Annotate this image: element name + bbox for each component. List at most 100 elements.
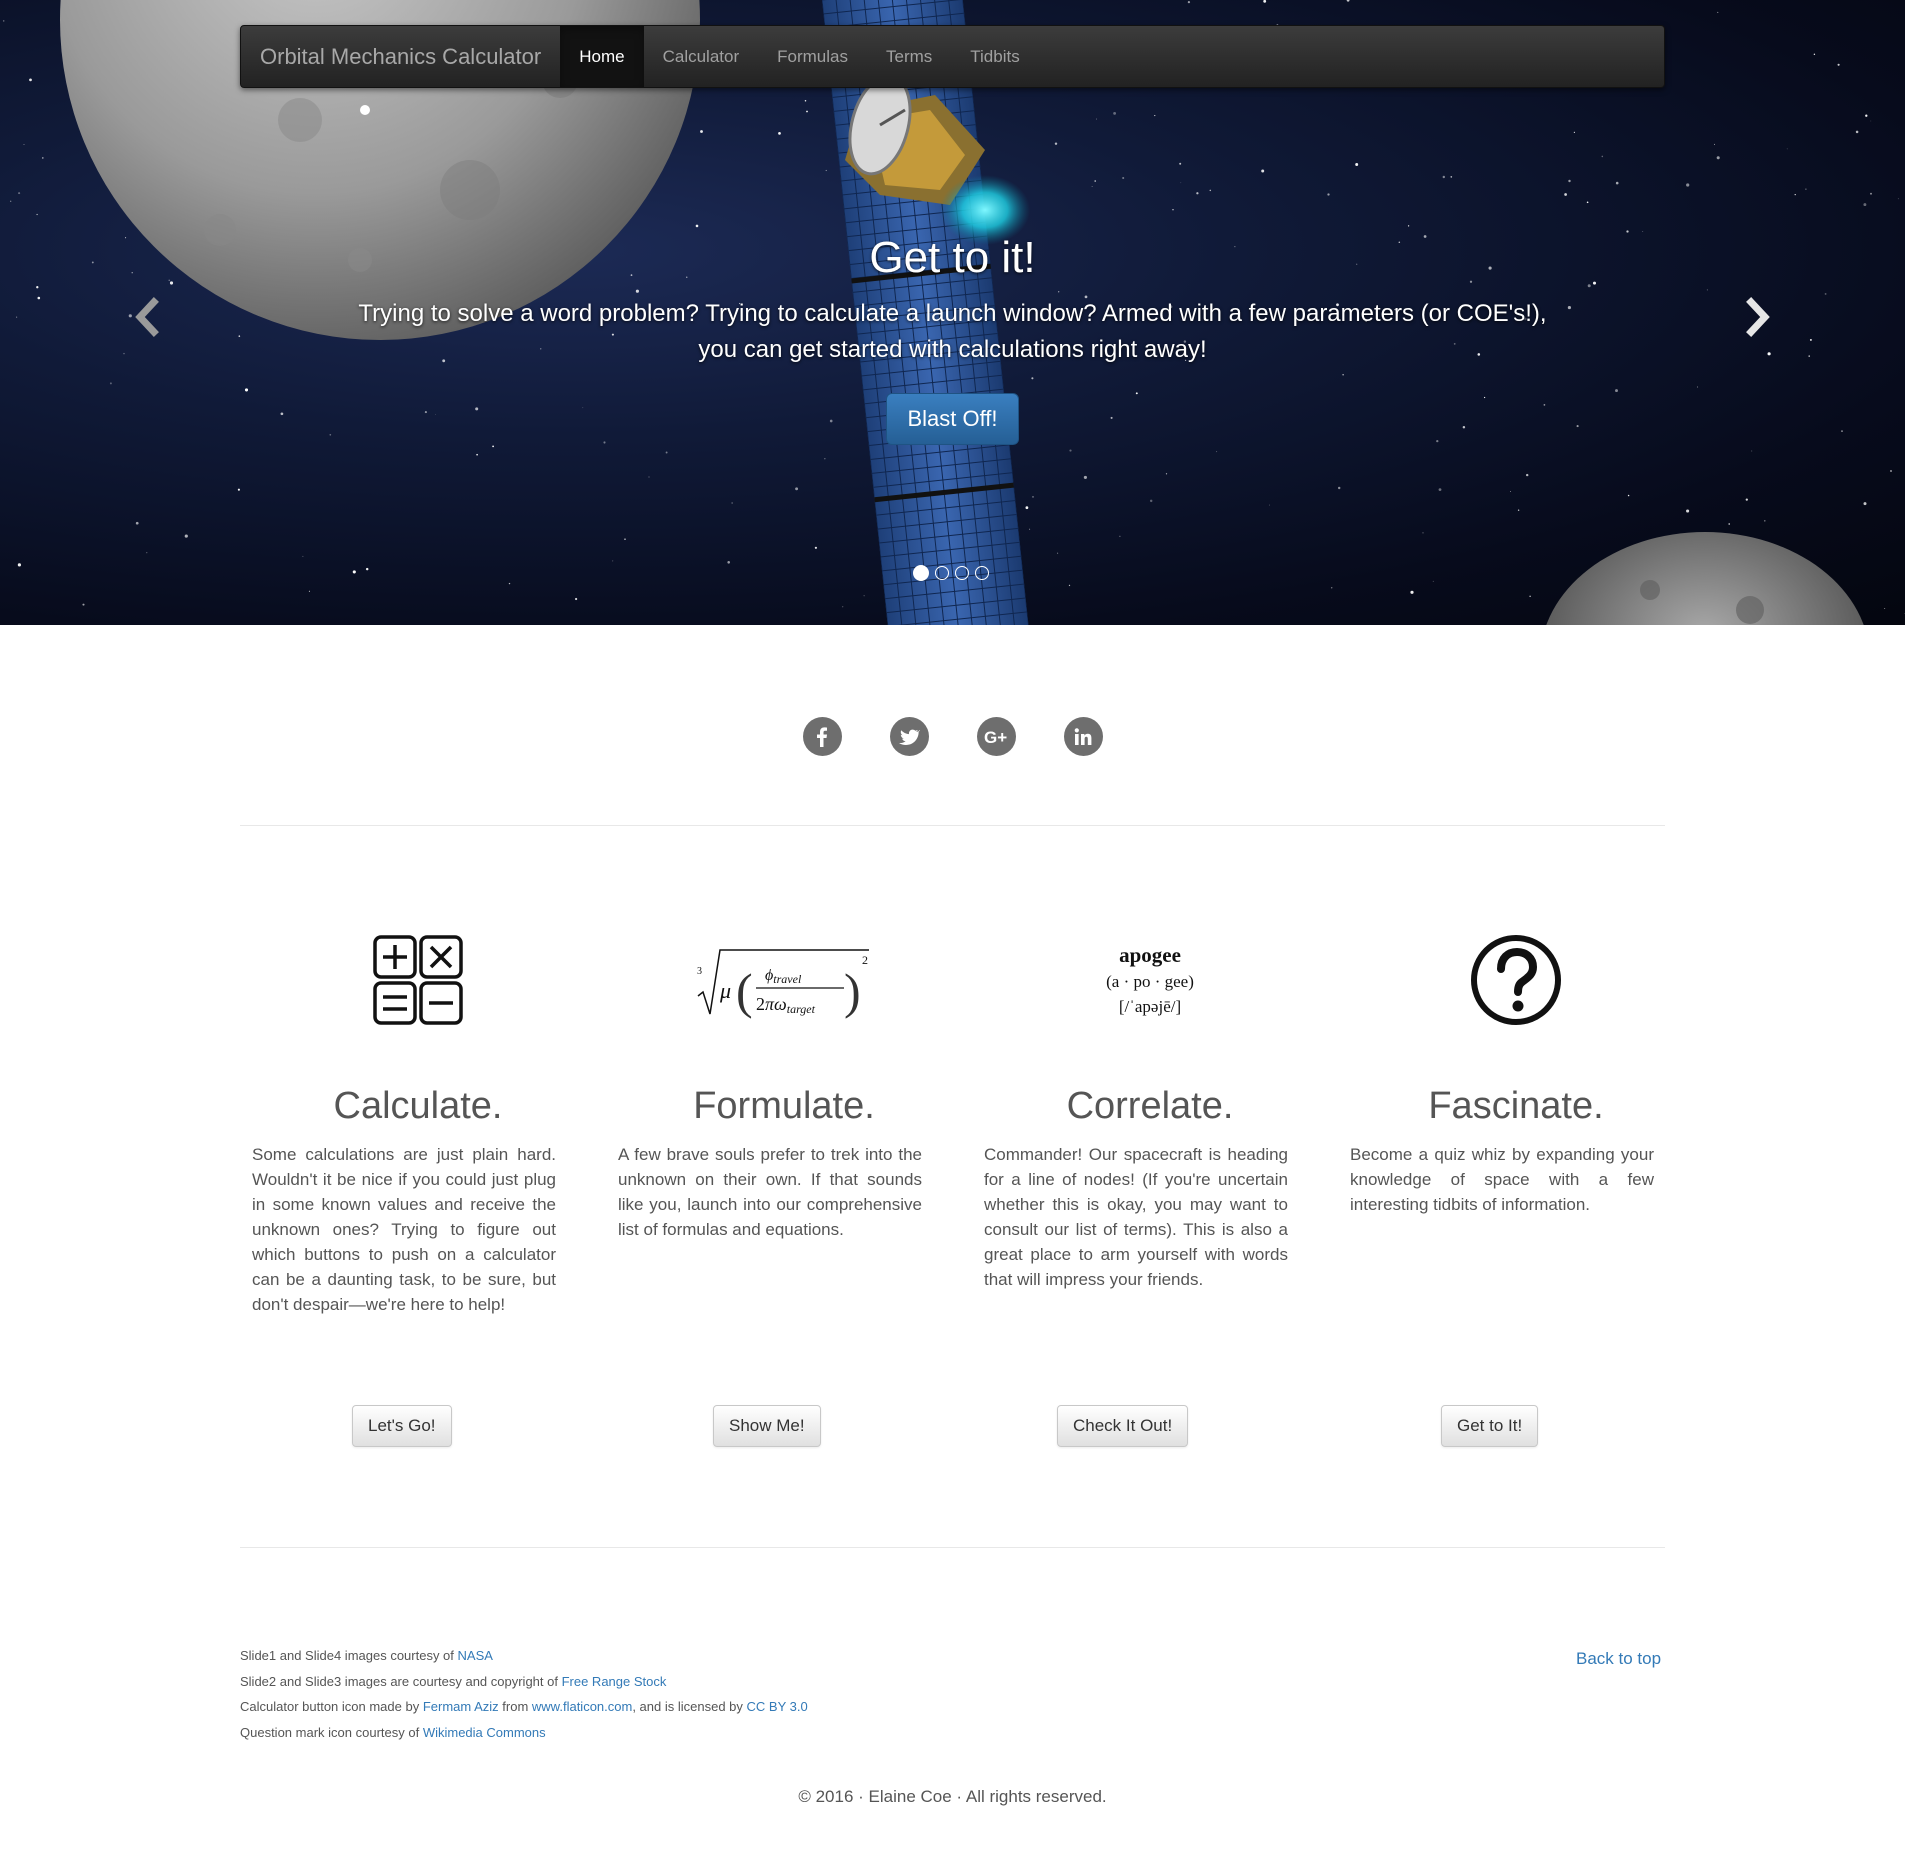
linkedin-button[interactable] xyxy=(1063,717,1103,756)
navbar-brand[interactable]: Orbital Mechanics Calculator xyxy=(241,26,560,87)
star xyxy=(1863,502,1867,506)
star xyxy=(1897,198,1899,200)
feature-text: A few brave souls prefer to trek into th… xyxy=(618,1145,922,1239)
carousel-heading: Get to it! xyxy=(869,233,1036,282)
svg-text:3: 3 xyxy=(697,966,702,977)
star xyxy=(17,563,21,567)
star xyxy=(1119,535,1121,537)
feature-title: Calculate. xyxy=(333,1085,503,1127)
star xyxy=(1697,386,1699,388)
get-to-it-button[interactable]: Get to It! xyxy=(1441,1405,1539,1447)
star xyxy=(1728,523,1731,525)
star xyxy=(1432,580,1434,582)
copyright: © 2016 · Elaine Coe · All rights reserve… xyxy=(798,1787,1107,1806)
star xyxy=(1263,0,1267,3)
star xyxy=(125,237,127,239)
carousel-prev-button[interactable] xyxy=(127,292,167,342)
cc-by-link[interactable]: CC BY 3.0 xyxy=(747,1699,808,1714)
star xyxy=(329,433,332,436)
star xyxy=(1706,289,1708,291)
carousel-indicator-2[interactable] xyxy=(935,566,949,580)
star xyxy=(1510,491,1511,492)
star xyxy=(1764,520,1766,522)
carousel-next-button[interactable] xyxy=(1738,292,1778,342)
star xyxy=(1069,449,1072,452)
formula-icon: 3 μ ( ϕtravel 2πωtarget ) 2 xyxy=(606,920,962,1040)
feature-correlate: apogee (a · po · gee) [/ˈapəjē/] Correla… xyxy=(972,920,1328,1450)
google-plus-button[interactable]: G+ xyxy=(976,717,1016,756)
star xyxy=(1863,203,1867,207)
blast-off-button[interactable]: Blast Off! xyxy=(886,393,1019,445)
star xyxy=(1029,528,1031,530)
apogee-definition: apogee (a · po · gee) [/ˈapəjē/] xyxy=(972,920,1328,1040)
facebook-button[interactable] xyxy=(802,717,842,756)
star xyxy=(37,296,41,300)
star xyxy=(1355,163,1359,166)
star xyxy=(1025,506,1029,510)
feature-title: Correlate. xyxy=(1066,1085,1234,1127)
credit-text: from xyxy=(498,1699,532,1714)
feature-fascinate: Fascinate. Become a quiz whiz by expandi… xyxy=(1338,920,1694,1450)
star xyxy=(1813,53,1816,55)
nasa-link[interactable]: NASA xyxy=(458,1648,493,1663)
nav-terms[interactable]: Terms xyxy=(867,26,951,87)
star xyxy=(1686,183,1690,187)
star xyxy=(574,597,578,601)
social-links: G+ xyxy=(0,717,1905,756)
star xyxy=(1438,488,1442,491)
nav-calculator[interactable]: Calculator xyxy=(644,26,759,87)
divider xyxy=(240,1547,1665,1548)
star xyxy=(814,546,818,549)
star xyxy=(29,78,32,82)
nav-formulas[interactable]: Formulas xyxy=(758,26,867,87)
star xyxy=(1786,148,1788,150)
star xyxy=(36,213,38,216)
lets-go-button[interactable]: Let's Go! xyxy=(352,1405,452,1447)
star xyxy=(1627,494,1630,497)
star xyxy=(1346,0,1350,2)
svg-text:ϕtravel: ϕtravel xyxy=(765,967,802,986)
star xyxy=(2,20,5,22)
star xyxy=(1587,284,1591,288)
star xyxy=(1068,584,1071,587)
back-to-top-link[interactable]: Back to top xyxy=(1576,1649,1661,1669)
star xyxy=(1337,486,1341,490)
carousel-indicator-1[interactable] xyxy=(913,565,929,581)
star xyxy=(1767,352,1771,356)
star xyxy=(1269,504,1270,506)
star xyxy=(1884,608,1886,609)
star xyxy=(1642,230,1644,232)
check-it-out-button[interactable]: Check It Out! xyxy=(1057,1405,1189,1447)
svg-text:2: 2 xyxy=(862,953,868,967)
fermam-aziz-link[interactable]: Fermam Aziz xyxy=(423,1699,499,1714)
star xyxy=(1745,498,1748,501)
star xyxy=(1870,120,1872,122)
wikimedia-commons-link[interactable]: Wikimedia Commons xyxy=(423,1725,546,1740)
flaticon-link[interactable]: www.flaticon.com xyxy=(532,1699,632,1714)
star xyxy=(302,555,304,557)
twitter-button[interactable] xyxy=(889,717,929,756)
nav-tidbits[interactable]: Tidbits xyxy=(951,26,1038,87)
show-me-button[interactable]: Show Me! xyxy=(713,1405,821,1447)
star xyxy=(731,502,733,504)
star xyxy=(1216,451,1218,453)
carousel-indicator-3[interactable] xyxy=(955,566,969,580)
carousel-caption: Get to it! Trying to solve a word proble… xyxy=(340,228,1565,445)
star xyxy=(131,272,133,274)
nav-home[interactable]: Home xyxy=(560,26,644,87)
star xyxy=(1165,473,1168,475)
star xyxy=(648,476,650,478)
star xyxy=(1686,509,1690,513)
apogee-pronunciation: [/ˈapəjē/] xyxy=(1118,997,1182,1016)
star xyxy=(1442,175,1446,179)
star xyxy=(1179,162,1182,165)
carousel-indicator-4[interactable] xyxy=(975,566,989,580)
credit-text: , and is licensed by xyxy=(632,1699,747,1714)
star xyxy=(824,458,826,460)
google-plus-icon: G+ xyxy=(984,728,1007,747)
free-range-stock-link[interactable]: Free Range Stock xyxy=(562,1674,667,1689)
credit-line: Slide2 and Slide3 images are courtesy an… xyxy=(240,1669,808,1695)
chevron-right-icon xyxy=(1746,297,1770,337)
star xyxy=(727,561,730,564)
star xyxy=(492,445,494,448)
